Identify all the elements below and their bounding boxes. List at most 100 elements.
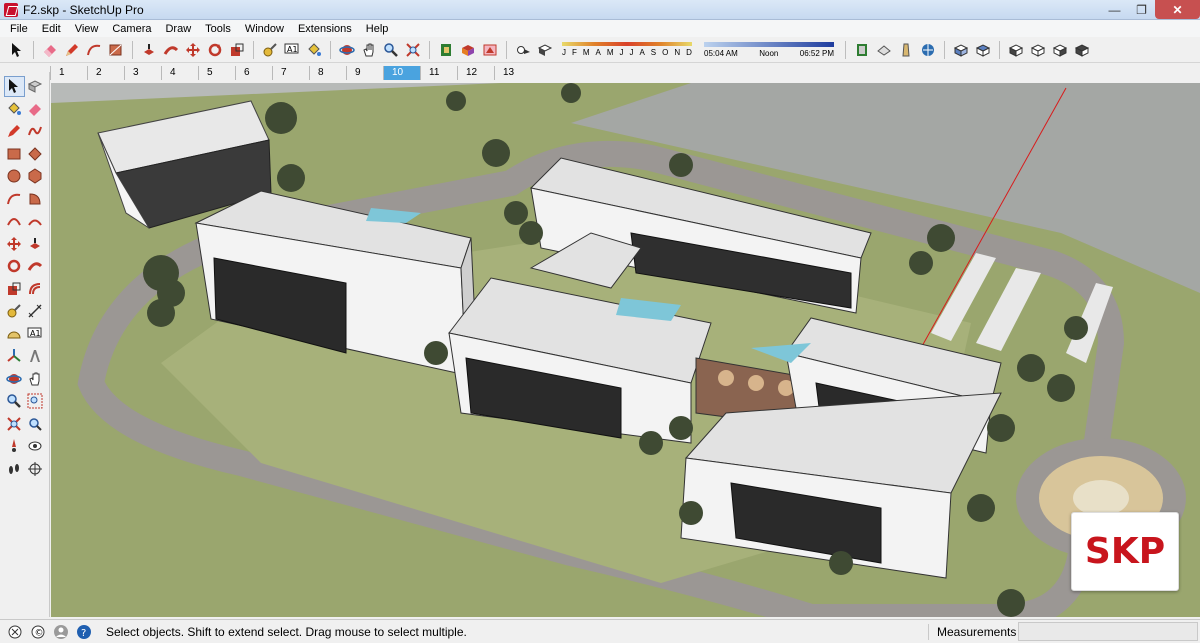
move-icon[interactable] [183, 40, 203, 60]
tape-measure-icon[interactable] [260, 40, 280, 60]
menu-help[interactable]: Help [359, 23, 396, 35]
protractor-icon[interactable] [4, 323, 25, 344]
section-plane-icon[interactable] [25, 458, 46, 479]
polygon-icon[interactable] [25, 166, 46, 187]
zoom-extents-icon[interactable] [403, 40, 423, 60]
3d-text-icon[interactable] [25, 346, 46, 367]
scene-tab-11[interactable]: 11 [420, 66, 457, 80]
3d-warehouse-icon[interactable] [918, 40, 938, 60]
section-icon[interactable] [896, 40, 916, 60]
follow-me-icon[interactable] [161, 40, 181, 60]
back-view-icon[interactable] [1050, 40, 1070, 60]
iso-view-icon[interactable] [951, 40, 971, 60]
2pt-arc-icon[interactable] [25, 211, 46, 232]
maximize-icon[interactable]: ❐ [1128, 0, 1155, 19]
scene-tab-8[interactable]: 8 [309, 66, 346, 80]
minimize-icon[interactable]: — [1101, 0, 1128, 19]
menu-edit[interactable]: Edit [35, 23, 68, 35]
scene-tab-7[interactable]: 7 [272, 66, 309, 80]
shadows-icon[interactable] [513, 40, 533, 60]
circle-icon[interactable] [4, 166, 25, 187]
freehand-icon[interactable] [25, 121, 46, 142]
eraser-icon[interactable] [25, 98, 46, 119]
zoom-window-icon[interactable] [25, 391, 46, 412]
orbit-icon[interactable] [337, 40, 357, 60]
front-view-icon[interactable] [1006, 40, 1026, 60]
scale-icon[interactable] [227, 40, 247, 60]
axes-icon[interactable] [4, 346, 25, 367]
scale-icon[interactable] [4, 278, 25, 299]
scene-tab-10[interactable]: 10 [383, 66, 420, 80]
select-icon[interactable] [3, 75, 25, 97]
pan-icon[interactable] [359, 40, 379, 60]
look-around-icon[interactable] [25, 436, 46, 457]
rectangle-icon[interactable] [4, 143, 25, 164]
scene-tab-1[interactable]: 1 [50, 66, 87, 80]
3pt-arc-icon[interactable] [4, 211, 25, 232]
menu-file[interactable]: File [3, 23, 35, 35]
follow-me-icon[interactable] [25, 256, 46, 277]
menu-camera[interactable]: Camera [105, 23, 158, 35]
top-view-icon[interactable] [973, 40, 993, 60]
rotate-icon[interactable] [4, 256, 25, 277]
rotated-rectangle-icon[interactable] [25, 143, 46, 164]
time-slider-track[interactable] [704, 41, 834, 47]
pencil-icon[interactable] [62, 40, 82, 60]
text-icon[interactable]: A1 [282, 40, 302, 60]
menu-extensions[interactable]: Extensions [291, 23, 359, 35]
geolocation-icon[interactable] [7, 624, 23, 640]
credits-icon[interactable]: © [30, 624, 46, 640]
measurements-input[interactable] [1018, 622, 1198, 641]
styles-icon[interactable] [480, 40, 500, 60]
scene-tab-2[interactable]: 2 [87, 66, 124, 80]
model-viewport[interactable]: SKP [51, 83, 1200, 617]
zoom-extents-icon[interactable] [4, 413, 25, 434]
zoom-icon[interactable] [4, 391, 25, 412]
dimension-icon[interactable] [25, 301, 46, 322]
date-slider-track[interactable] [562, 42, 692, 46]
eraser-icon[interactable] [40, 40, 60, 60]
campus-model-render[interactable] [51, 83, 1200, 617]
paint-bucket-icon[interactable] [304, 40, 324, 60]
shadow-date-slider[interactable]: J F M A M J J A S O N D [562, 42, 692, 57]
scene-tab-5[interactable]: 5 [198, 66, 235, 80]
scene-tab-12[interactable]: 12 [457, 66, 494, 80]
components-icon[interactable] [436, 40, 456, 60]
previous-view-icon[interactable] [25, 413, 46, 434]
menu-draw[interactable]: Draw [158, 23, 198, 35]
pan-icon[interactable] [25, 368, 46, 389]
materials-icon[interactable] [458, 40, 478, 60]
close-icon[interactable]: ✕ [1155, 0, 1200, 19]
select-icon[interactable] [7, 40, 27, 60]
menu-window[interactable]: Window [238, 23, 291, 35]
extension-icon[interactable] [874, 40, 894, 60]
scene-tab-9[interactable]: 9 [346, 66, 383, 80]
right-view-icon[interactable] [1028, 40, 1048, 60]
scene-tab-6[interactable]: 6 [235, 66, 272, 80]
component-icon[interactable] [25, 76, 46, 97]
fog-icon[interactable] [535, 40, 555, 60]
text-icon[interactable]: A1 [25, 323, 46, 344]
menu-view[interactable]: View [68, 23, 106, 35]
zoom-icon[interactable] [381, 40, 401, 60]
shadow-time-slider[interactable]: 05:04 AM Noon 06:52 PM [704, 41, 834, 58]
line-icon[interactable] [4, 121, 25, 142]
push-pull-icon[interactable] [25, 233, 46, 254]
move-icon[interactable] [4, 233, 25, 254]
pie-icon[interactable] [25, 188, 46, 209]
scene-tab-13[interactable]: 13 [494, 66, 531, 80]
menu-tools[interactable]: Tools [198, 23, 238, 35]
rotate-icon[interactable] [205, 40, 225, 60]
tape-measure-icon[interactable] [4, 301, 25, 322]
warehouse-icon[interactable] [852, 40, 872, 60]
left-view-icon[interactable] [1072, 40, 1092, 60]
arc-icon[interactable] [84, 40, 104, 60]
scene-tab-3[interactable]: 3 [124, 66, 161, 80]
help-icon[interactable]: ? [76, 624, 92, 640]
walk-icon[interactable] [4, 458, 25, 479]
arc-icon[interactable] [4, 188, 25, 209]
position-camera-icon[interactable] [4, 436, 25, 457]
offset-icon[interactable] [25, 278, 46, 299]
push-pull-icon[interactable] [139, 40, 159, 60]
paint-bucket-icon[interactable] [4, 98, 25, 119]
